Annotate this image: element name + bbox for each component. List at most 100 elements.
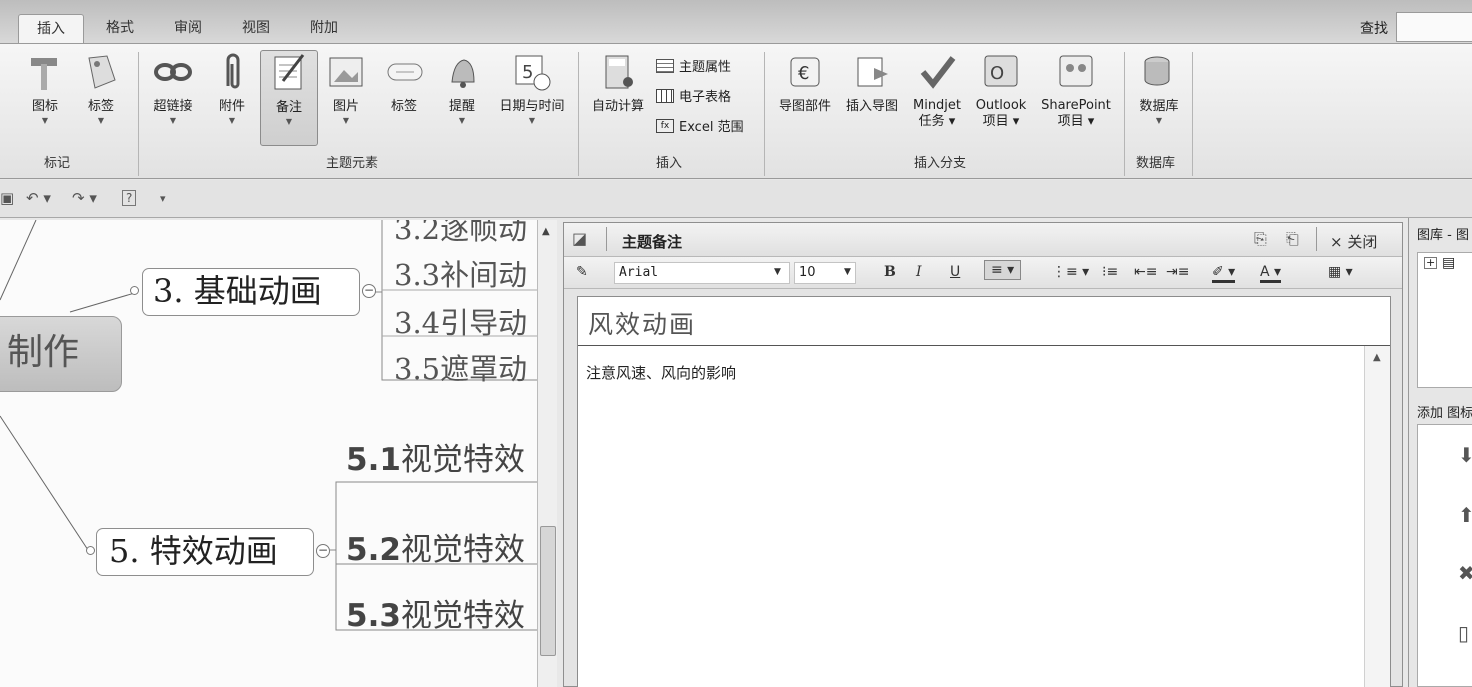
sharepoint-icon bbox=[1059, 55, 1093, 87]
map-vertical-scrollbar[interactable]: ▲ bbox=[537, 220, 557, 687]
chevron-down-icon[interactable]: ▼ bbox=[844, 267, 851, 277]
outlook-items-button[interactable]: O Outlook 项目 ▾ bbox=[970, 50, 1032, 130]
outdent-icon[interactable]: ⇤≡ bbox=[1134, 264, 1157, 280]
notes-title: 主题备注 bbox=[622, 233, 683, 251]
bullet-list-icon[interactable]: ⁝≡ bbox=[1102, 264, 1118, 280]
save-icon[interactable]: ▣ bbox=[0, 189, 14, 207]
font-family-select[interactable]: Arial bbox=[614, 262, 790, 284]
alert-button[interactable]: 提醒 ▼ bbox=[440, 50, 484, 126]
sharepoint-items-button[interactable]: SharePoint 项目 ▾ bbox=[1036, 50, 1116, 130]
notes-pane-icon: ◪ bbox=[572, 229, 588, 248]
find-label: 查找 bbox=[1360, 21, 1388, 37]
tab-format[interactable]: 格式 bbox=[92, 14, 148, 44]
arrow-down-icon[interactable]: ⬇ bbox=[1458, 443, 1472, 467]
export-notes-icon[interactable]: ⎗ bbox=[1286, 229, 1299, 249]
numbered-list-icon[interactable]: ⋮≡ ▾ bbox=[1052, 264, 1089, 280]
topic-properties-button[interactable]: 主题属性 bbox=[656, 56, 731, 75]
tab-review[interactable]: 审阅 bbox=[160, 14, 216, 44]
group-label-topic: 主题元素 bbox=[326, 156, 379, 171]
delete-icon[interactable]: ✖ bbox=[1458, 561, 1472, 585]
scroll-up-icon[interactable]: ▲ bbox=[1373, 352, 1381, 363]
close-notes-button[interactable]: × 关闭 bbox=[1330, 231, 1377, 252]
root-topic[interactable]: 制作 bbox=[0, 316, 122, 392]
subtopic-3-3[interactable]: 3.3补间动 bbox=[394, 252, 527, 294]
subtopic-3-2[interactable]: 3.2逐帧动 bbox=[394, 220, 527, 248]
map-part-button[interactable]: € 导图部件 bbox=[774, 50, 836, 116]
italic-icon[interactable]: I bbox=[916, 264, 922, 280]
notepad-pencil-icon bbox=[274, 54, 305, 90]
collapse-icon[interactable]: − bbox=[316, 544, 330, 558]
tab-view[interactable]: 视图 bbox=[228, 14, 284, 44]
connector-dot-icon bbox=[130, 286, 139, 295]
connector-dot-icon bbox=[86, 546, 95, 555]
notes-scrollbar[interactable]: ▲ bbox=[1364, 346, 1390, 687]
tab-insert[interactable]: 插入 bbox=[18, 14, 84, 44]
label-button[interactable]: 标签 bbox=[382, 50, 426, 116]
scroll-up-icon[interactable]: ▲ bbox=[542, 226, 550, 237]
redo-icon[interactable]: ↷ ▾ bbox=[72, 189, 97, 207]
mindjet-tasks-button[interactable]: Mindjet 任务 ▾ bbox=[908, 50, 966, 130]
folder-icon: ▤ bbox=[1442, 255, 1456, 271]
attachment-button[interactable]: 附件 ▼ bbox=[212, 50, 252, 126]
chain-link-icon bbox=[154, 63, 192, 81]
bold-icon[interactable]: B bbox=[884, 264, 896, 280]
excel-range-button[interactable]: fx Excel 范围 bbox=[656, 116, 744, 135]
indent-icon[interactable]: ⇥≡ bbox=[1166, 264, 1189, 280]
table-grid-icon bbox=[656, 88, 674, 103]
properties-icon bbox=[656, 58, 674, 73]
font-color-icon[interactable]: A ▾ bbox=[1260, 264, 1282, 283]
hyperlink-button[interactable]: 超链接 ▼ bbox=[148, 50, 198, 126]
format-painter-icon[interactable]: ✎ bbox=[576, 264, 588, 280]
subtopic-5-2[interactable]: 5.2视觉特效 bbox=[346, 524, 525, 569]
underline-icon[interactable]: U bbox=[950, 264, 960, 280]
notes-heading: 风效动画 bbox=[588, 310, 697, 339]
picture-icon bbox=[329, 57, 363, 87]
topic-3-basic-animation[interactable]: 3. 基础动画 bbox=[142, 268, 360, 316]
calculator-icon bbox=[605, 55, 633, 89]
find-input[interactable] bbox=[1396, 12, 1472, 42]
expand-icon[interactable]: + bbox=[1424, 257, 1438, 269]
subtopic-5-1[interactable]: 5.1视觉特效 bbox=[346, 434, 525, 479]
subtopic-5-3[interactable]: 5.3视觉特效 bbox=[346, 590, 525, 635]
help-icon[interactable]: ? bbox=[122, 190, 137, 206]
scrollbar-thumb[interactable] bbox=[540, 526, 556, 656]
insert-map-button[interactable]: 插入导图 bbox=[840, 50, 904, 116]
arrow-up-icon[interactable]: ⬆ bbox=[1458, 503, 1472, 527]
autocalc-button[interactable]: 自动计算 bbox=[586, 50, 650, 116]
ribbon-tab-row: 插入 格式 审阅 视图 附加 查找 bbox=[0, 0, 1472, 44]
group-label-branch: 插入分支 bbox=[914, 156, 967, 171]
undo-icon[interactable]: ↶ ▾ bbox=[26, 189, 51, 207]
datetime-button[interactable]: 5 日期与时间 ▼ bbox=[494, 50, 570, 126]
topic-5-effects-animation[interactable]: 5. 特效动画 bbox=[96, 528, 314, 576]
map-canvas[interactable]: 制作 3. 基础动画 − 3.2逐帧动 3.3补间动 3.4引导动 3.5遮罩动… bbox=[0, 220, 537, 687]
notes-body-text[interactable]: 注意风速、风向的影响 bbox=[586, 362, 736, 383]
import-notes-icon[interactable]: ⎘ bbox=[1254, 229, 1267, 249]
table-icon[interactable]: ▦ ▾ bbox=[1328, 264, 1353, 280]
icon-button[interactable]: 图标 ▼ bbox=[24, 50, 66, 126]
phone-icon[interactable]: ▯ bbox=[1458, 621, 1469, 645]
tag-button[interactable]: 标签 ▼ bbox=[80, 50, 122, 126]
highlight-icon[interactable]: ✐ ▾ bbox=[1212, 264, 1236, 283]
excel-fx-icon: fx bbox=[656, 118, 674, 133]
chevron-down-icon[interactable]: ▼ bbox=[774, 267, 781, 277]
notes-button[interactable]: 备注 ▼ bbox=[260, 50, 318, 146]
align-left-icon[interactable]: ≡ ▾ bbox=[984, 260, 1022, 280]
subtopic-3-5[interactable]: 3.5遮罩动 bbox=[394, 346, 527, 388]
spreadsheet-button[interactable]: 电子表格 bbox=[656, 86, 731, 105]
customize-toolbar-icon[interactable]: ▾ bbox=[160, 192, 166, 205]
database-button[interactable]: 数据库 ▼ bbox=[1132, 50, 1186, 126]
tag-icon bbox=[88, 55, 116, 89]
notes-editor[interactable]: 风效动画 注意风速、风向的影响 ▲ bbox=[577, 296, 1391, 687]
group-label-insert: 插入 bbox=[656, 156, 683, 171]
svg-text:O: O bbox=[990, 63, 1004, 84]
bell-icon bbox=[451, 59, 475, 88]
database-icon bbox=[1144, 56, 1170, 86]
image-button[interactable]: 图片 ▼ bbox=[324, 50, 368, 126]
icon-tools-list[interactable]: ⬇ ⬆ ✖ ▯ bbox=[1417, 424, 1472, 687]
subtopic-3-4[interactable]: 3.4引导动 bbox=[394, 300, 527, 342]
outlook-icon: O bbox=[984, 55, 1018, 87]
library-tree[interactable]: + ▤ bbox=[1417, 252, 1472, 388]
tab-addins[interactable]: 附加 bbox=[296, 14, 352, 44]
collapse-icon[interactable]: − bbox=[362, 284, 376, 298]
notes-header: ◪ 主题备注 ⎘ ⎗ × 关闭 bbox=[564, 223, 1402, 257]
